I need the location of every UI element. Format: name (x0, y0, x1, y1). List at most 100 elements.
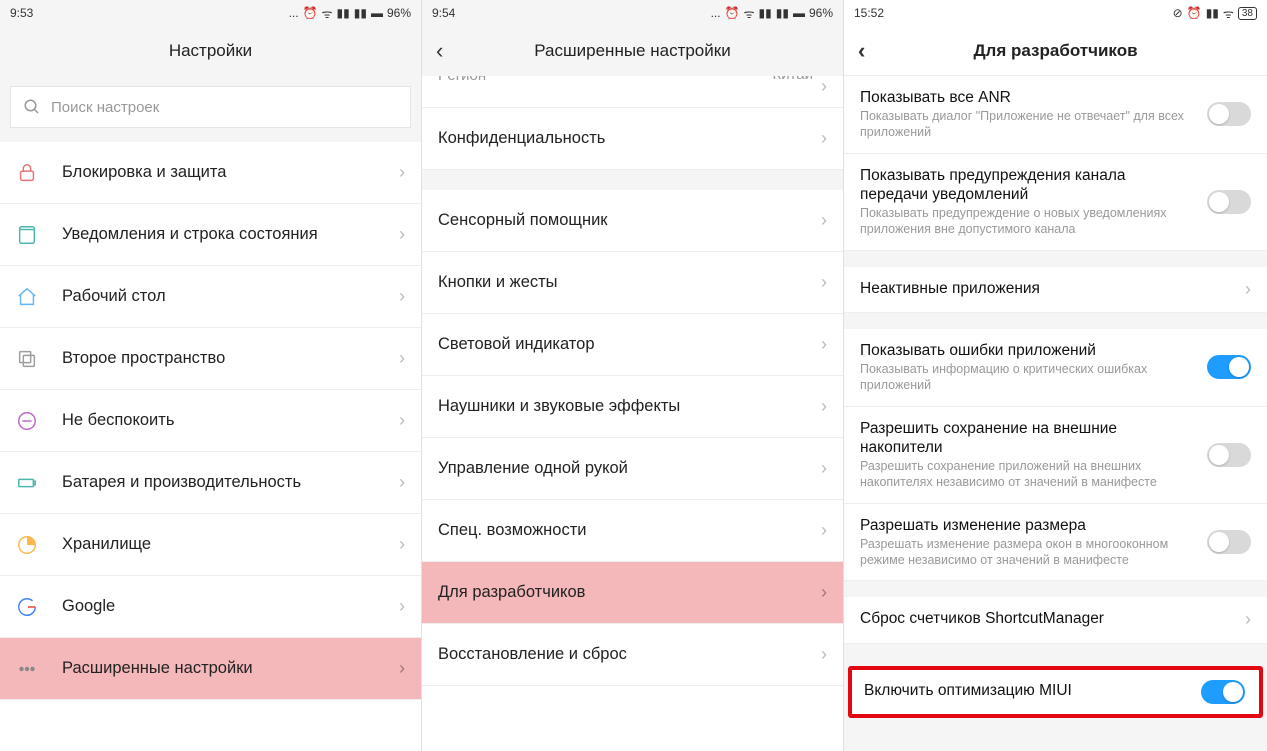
row-text: Включить оптимизацию MIUI (864, 681, 1189, 702)
toggle-switch[interactable] (1207, 443, 1251, 467)
row-label: Наушники и звуковые эффекты (438, 395, 813, 417)
advanced-row[interactable]: Наушники и звуковые эффекты› (422, 376, 843, 438)
notif-icon (16, 224, 62, 246)
chevron-right-icon: › (399, 224, 405, 245)
search-input[interactable]: Поиск настроек (10, 86, 411, 128)
row-label: Хранилище (62, 533, 391, 555)
status-right: ... ⏰ ᯤ ▮▮ ▮▮ ▬ 96% (711, 5, 833, 22)
row-label: Блокировка и защита (62, 161, 391, 183)
settings-row[interactable]: Батарея и производительность› (0, 452, 421, 514)
developer-row[interactable]: Показывать предупреждения канала передач… (844, 154, 1267, 251)
row-text: Показывать предупреждения канала передач… (860, 166, 1195, 238)
signal-icon: ▮▮ (759, 6, 772, 20)
status-right: ... ⏰ ᯤ ▮▮ ▮▮ ▬ 96% (289, 5, 411, 22)
row-text: Неактивные приложения (860, 279, 1233, 300)
toggle-switch[interactable] (1201, 680, 1245, 704)
toggle-switch[interactable] (1207, 190, 1251, 214)
developer-row[interactable]: Показывать ошибки приложенийПоказывать и… (844, 329, 1267, 407)
developer-row[interactable]: Сброс счетчиков ShortcutManager › (844, 597, 1267, 643)
developer-row[interactable]: Показывать все ANRПоказывать диалог "При… (844, 76, 1267, 154)
signal-icon: ▮▮ (337, 6, 350, 20)
chevron-right-icon: › (821, 644, 827, 665)
alarm-icon: ⏰ (725, 6, 740, 20)
advanced-row[interactable]: Кнопки и жесты› (422, 252, 843, 314)
header: Настройки (0, 26, 421, 76)
chevron-right-icon: › (1245, 609, 1251, 630)
developer-list: Показывать все ANRПоказывать диалог "При… (844, 76, 1267, 751)
status-time: 9:53 (10, 6, 33, 20)
advanced-list: Регион Китай › Конфиденциальность› Сенсор… (422, 76, 843, 751)
header: ‹ Расширенные настройки (422, 26, 843, 76)
advanced-row[interactable]: Для разработчиков› (422, 562, 843, 624)
chevron-right-icon: › (821, 520, 827, 541)
section-gap (844, 313, 1267, 329)
alarm-icon: ⏰ (1187, 6, 1202, 20)
chevron-right-icon: › (399, 472, 405, 493)
settings-row[interactable]: Не беспокоить› (0, 390, 421, 452)
chevron-right-icon: › (821, 458, 827, 479)
developer-row[interactable]: Разрешать изменение размераРазрешать изм… (844, 504, 1267, 582)
chevron-right-icon: › (821, 210, 827, 231)
battery-icon (16, 472, 62, 494)
wifi-icon: ᯤ (322, 5, 333, 22)
row-label: Спец. возможности (438, 519, 813, 541)
row-region-partial[interactable]: Регион Китай › (422, 76, 843, 108)
settings-row[interactable]: Расширенные настройки› (0, 638, 421, 700)
settings-row[interactable]: Google› (0, 576, 421, 638)
toggle-switch[interactable] (1207, 355, 1251, 379)
row-text: Разрешить сохранение на внешние накопите… (860, 419, 1195, 491)
chevron-right-icon: › (399, 658, 405, 679)
settings-row[interactable]: Блокировка и защита › (0, 142, 421, 204)
dual-icon (16, 348, 62, 370)
row-title: Разрешить сохранение на внешние накопите… (860, 419, 1195, 458)
advanced-row[interactable]: Спец. возможности › (422, 500, 843, 562)
signal-icon-2: ▮▮ (776, 6, 789, 20)
section-gap (844, 581, 1267, 597)
toggle-switch[interactable] (1207, 530, 1251, 554)
developer-row[interactable]: Разрешить сохранение на внешние накопите… (844, 407, 1267, 504)
wifi-icon: ᯤ (1223, 5, 1234, 22)
row-title: Неактивные приложения (860, 279, 1233, 298)
lock-icon (16, 162, 62, 184)
developer-row[interactable]: Неактивные приложения› (844, 267, 1267, 313)
row-text: Разрешать изменение размераРазрешать изм… (860, 516, 1195, 569)
chevron-right-icon: › (821, 334, 827, 355)
settings-row[interactable]: Рабочий стол› (0, 266, 421, 328)
row-label: Восстановление и сброс (438, 643, 813, 665)
signal-icon: ▮▮ (1206, 6, 1219, 20)
row-label: Регион (438, 76, 772, 86)
status-dots-icon: ... (711, 6, 721, 20)
status-bar: 9:54 ... ⏰ ᯤ ▮▮ ▮▮ ▬ 96% (422, 0, 843, 26)
advanced-row[interactable]: Конфиденциальность› (422, 108, 843, 170)
back-button[interactable]: ‹ (858, 38, 865, 64)
signal-icon-2: ▮▮ (354, 6, 367, 20)
developer-row[interactable]: Включить оптимизацию MIUI (848, 666, 1263, 718)
row-desc: Показывать информацию о критических ошиб… (860, 362, 1195, 393)
row-text: Показывать ошибки приложенийПоказывать и… (860, 341, 1195, 394)
dnd-icon: ⊘ (1173, 6, 1183, 20)
row-desc: Показывать предупреждение о новых уведом… (860, 206, 1195, 237)
row-label: Второе пространство (62, 347, 391, 369)
battery-pct: 96% (809, 6, 833, 20)
page-title: Настройки (169, 41, 252, 61)
status-time: 15:52 (854, 6, 884, 20)
battery-icon: ▬ (793, 6, 805, 20)
chevron-right-icon: › (821, 76, 827, 97)
advanced-row[interactable]: Сенсорный помощник› (422, 190, 843, 252)
battery-icon: ▬ (371, 6, 383, 20)
chevron-right-icon: › (399, 410, 405, 431)
row-title: Разрешать изменение размера (860, 516, 1195, 535)
back-button[interactable]: ‹ (436, 38, 443, 64)
settings-row[interactable]: Хранилище› (0, 514, 421, 576)
toggle-switch[interactable] (1207, 102, 1251, 126)
row-text: Сброс счетчиков ShortcutManager (860, 609, 1233, 630)
row-title: Включить оптимизацию MIUI (864, 681, 1189, 700)
more-icon (16, 658, 62, 680)
settings-row[interactable]: Уведомления и строка состояния› (0, 204, 421, 266)
row-label: Google (62, 595, 391, 617)
advanced-row[interactable]: Управление одной рукой› (422, 438, 843, 500)
chevron-right-icon: › (399, 162, 405, 183)
advanced-row[interactable]: Восстановление и сброс › (422, 624, 843, 686)
settings-row[interactable]: Второе пространство› (0, 328, 421, 390)
advanced-row[interactable]: Световой индикатор› (422, 314, 843, 376)
